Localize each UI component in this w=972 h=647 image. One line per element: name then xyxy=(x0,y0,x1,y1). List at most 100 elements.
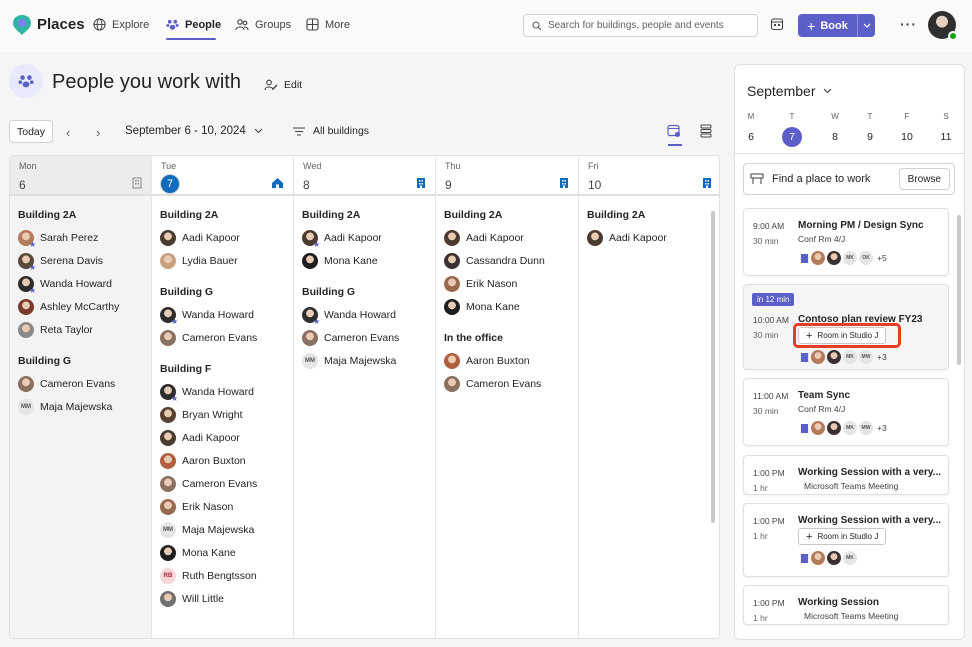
person-item[interactable]: ★ Wanda Howard xyxy=(160,380,289,403)
attendee-list[interactable]: MK OK +5 xyxy=(800,251,887,265)
person-item[interactable]: Cameron Evans xyxy=(18,372,147,395)
week-date[interactable]: 11 xyxy=(931,127,961,147)
avatar-initials: MM xyxy=(163,526,173,533)
person-item[interactable]: RB Ruth Bengtsson xyxy=(160,564,289,587)
event-card[interactable]: 1:00 PM 1 hr Working Session with a very..… xyxy=(743,455,949,495)
event-card[interactable]: 1:00 PM 1 hr Working Session with a very..… xyxy=(743,503,949,577)
month-picker[interactable]: September xyxy=(747,83,832,99)
calendar-button[interactable] xyxy=(770,17,784,31)
date-range-picker[interactable]: September 6 - 10, 2024 xyxy=(125,125,263,137)
week-grid: Fri 10 Building 2A Aadi Kapoor Thu 9 Building … xyxy=(9,155,720,639)
avatar xyxy=(444,375,460,392)
person-item[interactable]: Cassandra Dunn xyxy=(444,249,574,272)
building-icon xyxy=(559,177,569,189)
selected-date[interactable]: 7 xyxy=(782,127,802,147)
person-item[interactable]: Aaron Buxton xyxy=(160,449,289,472)
day-header[interactable]: Thu 9 xyxy=(436,156,578,196)
calendar-view-toggle[interactable] xyxy=(667,124,681,138)
building-heading: In the office xyxy=(444,332,503,344)
event-card[interactable]: 9:00 AM 30 min Morning PM / Design Sync Con… xyxy=(743,208,949,276)
person-item[interactable]: Mona Kane xyxy=(302,249,431,272)
person-item[interactable]: Will Little xyxy=(160,587,289,610)
person-item[interactable]: Mona Kane xyxy=(444,295,574,318)
avatar xyxy=(160,498,176,515)
attendee-avatar xyxy=(811,251,825,265)
nav-groups[interactable]: Groups xyxy=(235,18,291,31)
find-place-card[interactable]: Find a place to work Browse xyxy=(743,163,955,195)
week-date[interactable]: 6 xyxy=(736,127,766,147)
person-name: Lydia Bauer xyxy=(182,254,238,267)
person-item[interactable]: Aadi Kapoor xyxy=(444,226,574,249)
person-item[interactable]: Cameron Evans xyxy=(160,326,289,349)
person-item[interactable]: Bryan Wright xyxy=(160,403,289,426)
today-button[interactable]: Today xyxy=(9,120,53,143)
person-item[interactable]: Cameron Evans xyxy=(444,372,574,395)
person-item[interactable]: Cameron Evans xyxy=(302,326,431,349)
avatar xyxy=(160,252,176,269)
more-options-icon[interactable]: ··· xyxy=(900,16,917,32)
browse-button[interactable]: Browse xyxy=(898,168,950,190)
day-header[interactable]: Tue 7 xyxy=(152,156,293,196)
nav-people[interactable]: People xyxy=(166,18,221,31)
previous-week-icon[interactable]: ‹ xyxy=(66,125,70,140)
day-header[interactable]: Wed 8 xyxy=(294,156,435,196)
person-name: Ashley McCarthy xyxy=(40,300,120,313)
event-card[interactable]: 11:00 AM 30 min Team Sync Conf Rm 4/J MK MW +3 xyxy=(743,378,949,446)
panel-scrollbar[interactable] xyxy=(957,215,961,365)
person-name: Maja Majewska xyxy=(182,523,255,536)
attendee-avatar xyxy=(827,551,841,565)
person-item[interactable]: Ashley McCarthy xyxy=(18,295,147,318)
book-button[interactable]: + Book xyxy=(798,14,875,37)
room-in-studio-button[interactable]: + Room in Studio J xyxy=(798,528,887,545)
attendee-list[interactable]: MK MW +3 xyxy=(800,350,887,364)
nav-more-label: More xyxy=(325,18,351,31)
book-label: Book xyxy=(820,19,848,32)
person-item[interactable]: MM Maja Majewska xyxy=(160,518,289,541)
week-date[interactable]: 8 xyxy=(820,127,850,147)
edit-button[interactable]: Edit xyxy=(264,79,302,91)
person-item[interactable]: Aaron Buxton xyxy=(444,349,574,372)
book-dropdown[interactable] xyxy=(858,23,875,28)
person-item[interactable]: ★ Wanda Howard xyxy=(18,272,147,295)
person-item[interactable]: Lydia Bauer xyxy=(160,249,289,272)
nav-more[interactable]: More xyxy=(306,18,350,31)
day-header[interactable]: Mon 6 xyxy=(10,156,151,196)
person-item[interactable]: ★ Wanda Howard xyxy=(160,303,289,326)
week-date[interactable]: 9 xyxy=(855,127,885,147)
week-date[interactable]: 10 xyxy=(892,127,922,147)
avatar xyxy=(160,544,176,561)
person-item[interactable]: Aadi Kapoor xyxy=(587,226,717,249)
person-item[interactable]: Erik Nason xyxy=(160,495,289,518)
attendee-list[interactable]: MK MW +3 xyxy=(800,421,887,435)
person-item[interactable]: Cameron Evans xyxy=(160,472,289,495)
person-item[interactable]: MM Maja Majewska xyxy=(302,349,431,372)
person-item[interactable]: MM Maja Majewska xyxy=(18,395,147,418)
person-item[interactable]: Reta Taylor xyxy=(18,318,147,341)
book-main[interactable]: + Book xyxy=(798,14,858,37)
weekday-letter: M xyxy=(747,112,755,121)
list-view-toggle[interactable] xyxy=(700,124,712,138)
person-name: Erik Nason xyxy=(466,277,518,290)
avatar xyxy=(302,252,318,269)
attendee-list[interactable]: MK xyxy=(800,551,857,565)
avatar: RB xyxy=(160,567,176,584)
person-item[interactable]: ★ Serena Davis xyxy=(18,249,147,272)
next-week-icon[interactable]: › xyxy=(96,125,100,140)
person-item[interactable]: Erik Nason xyxy=(444,272,574,295)
search-input[interactable]: Search for buildings, people and events xyxy=(523,14,758,37)
weekday-letter: W xyxy=(831,112,839,121)
person-name: Aadi Kapoor xyxy=(324,231,382,244)
person-item[interactable]: ★ Wanda Howard xyxy=(302,303,431,326)
person-item[interactable]: ★ Aadi Kapoor xyxy=(302,226,431,249)
event-card[interactable]: 1:00 PM 1 hr Working Session Microsoft Team… xyxy=(743,585,949,625)
nav-explore[interactable]: Explore xyxy=(93,18,149,31)
person-item[interactable]: Mona Kane xyxy=(160,541,289,564)
grid-scrollbar[interactable] xyxy=(711,211,715,523)
person-item[interactable]: ★ Sarah Perez xyxy=(18,226,147,249)
day-header[interactable]: Fri 10 xyxy=(579,156,719,196)
person-item[interactable]: Aadi Kapoor xyxy=(160,226,289,249)
building-filter[interactable]: All buildings xyxy=(293,125,369,137)
event-card[interactable]: in 12 min 10:00 AM 30 min Contoso plan revi… xyxy=(743,284,949,370)
person-item[interactable]: Aadi Kapoor xyxy=(160,426,289,449)
attendee-initials: MW xyxy=(859,421,873,435)
